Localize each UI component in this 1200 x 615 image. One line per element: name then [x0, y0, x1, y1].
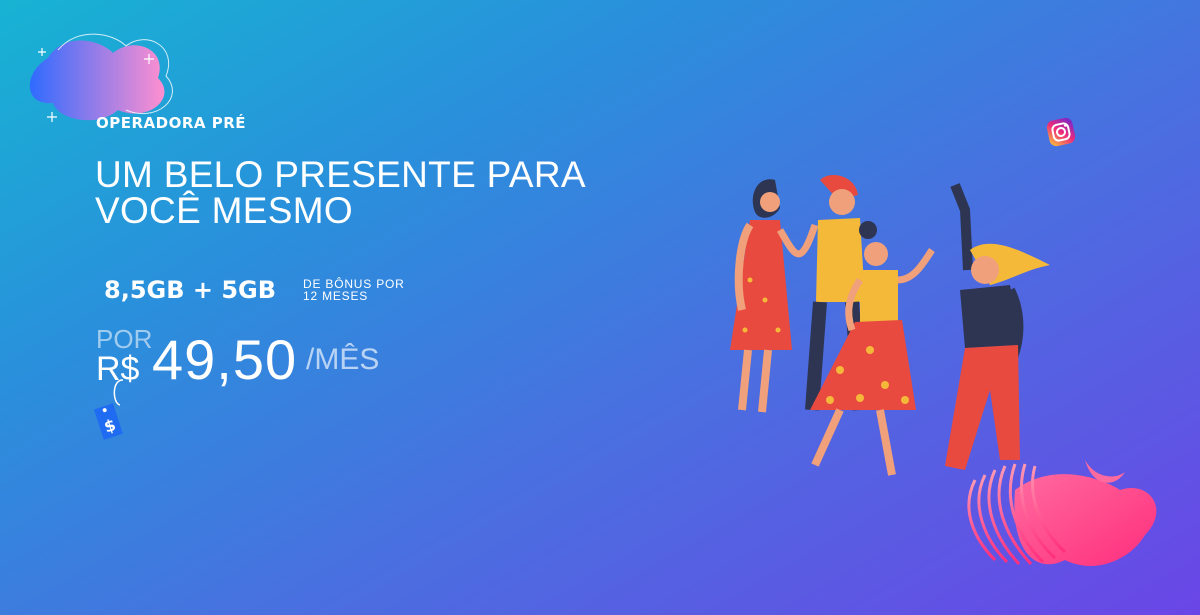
bonus-note: DE BÔNUS POR 12 MESES: [303, 278, 405, 302]
person-red-pants: [945, 183, 1050, 470]
decorative-blob: [29, 33, 173, 122]
headline-line-1: UM BELO PRESENTE PARA: [95, 154, 586, 195]
headline-line-2: VOCÊ MESMO: [95, 190, 353, 231]
instagram-icon[interactable]: [1044, 115, 1078, 149]
price-tag-icon: $: [93, 379, 124, 440]
price-value: 49,50: [152, 328, 298, 391]
people-celebrating-illustration: [730, 175, 1050, 476]
brand-eyebrow: OPERADORA PRÉ: [96, 114, 247, 132]
person-red-dress: [730, 179, 819, 413]
page-title: UM BELO PRESENTE PARA VOCÊ MESMO: [95, 154, 586, 231]
promo-banner: OPERADORA PRÉ UM BELO PRESENTE PARA VOCÊ…: [0, 0, 1200, 615]
data-offer: 8,5GB + 5GB: [104, 276, 277, 304]
price-prefix: POR: [96, 324, 153, 354]
bonus-line-2: 12 MESES: [303, 289, 369, 303]
price-unit: /MÊS: [306, 343, 380, 376]
